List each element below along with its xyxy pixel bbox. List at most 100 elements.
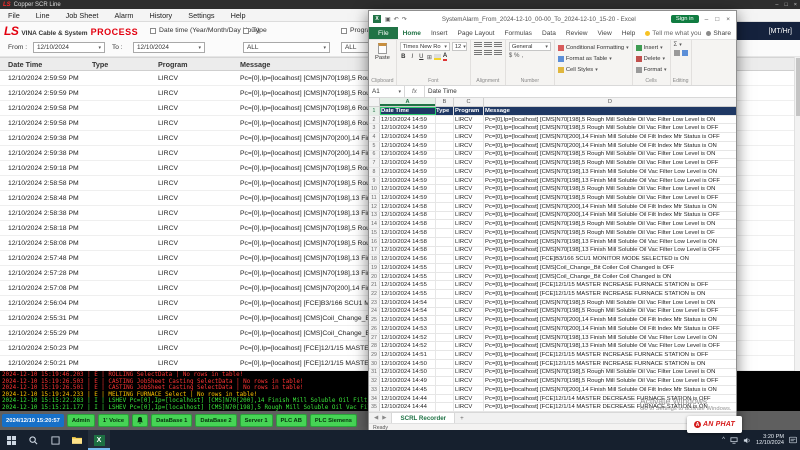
cell-styles-button[interactable]: Cell Styles▾ — [558, 64, 629, 75]
spreadsheet-row[interactable]: 2312/10/2024 14:54LIRCVPc=[0],Ip=[localh… — [369, 299, 736, 308]
spreadsheet-row[interactable]: 1712/10/2024 14:58LIRCVPc=[0],Ip=[localh… — [369, 247, 736, 256]
ribbon-tab-data[interactable]: Data — [537, 27, 561, 39]
cell-C34[interactable]: LIRCV — [454, 395, 484, 403]
column-header-A[interactable]: A — [380, 98, 436, 106]
cell-C24[interactable]: LIRCV — [454, 308, 484, 316]
row-number[interactable]: 29 — [369, 351, 380, 359]
delete-cells-button[interactable]: Delete▾ — [636, 53, 667, 64]
cell-D21[interactable]: Pc=[0],Ip=[localhost] [FCE]12/1/15 MASTE… — [484, 281, 736, 289]
cell-C15[interactable]: LIRCV — [454, 229, 484, 237]
cell-C30[interactable]: LIRCV — [454, 360, 484, 368]
cell-A16[interactable]: 12/10/2024 14:58 — [380, 238, 436, 246]
row-number[interactable]: 12 — [369, 203, 380, 211]
cell-A19[interactable]: 12/10/2024 14:55 — [380, 264, 436, 272]
checkbox-icon[interactable] — [150, 28, 156, 34]
cell-C32[interactable]: LIRCV — [454, 377, 484, 385]
spreadsheet-row[interactable]: 1412/10/2024 14:58LIRCVPc=[0],Ip=[localh… — [369, 220, 736, 229]
font-name-select[interactable]: Times New Ro▾ — [400, 42, 450, 51]
bold-button[interactable]: B — [400, 54, 407, 60]
undo-icon[interactable]: ↶ — [394, 16, 399, 23]
spreadsheet-row[interactable]: 312/10/2024 14:59LIRCVPc=[0],Ip=[localho… — [369, 124, 736, 133]
status-button-database-1[interactable]: DataBase 1 — [151, 414, 192, 427]
cell-A33[interactable]: 12/10/2024 14:45 — [380, 386, 436, 394]
cell-C18[interactable]: LIRCV — [454, 255, 484, 263]
menu-alarm[interactable]: Alarm — [106, 10, 141, 21]
cell-D18[interactable]: Pc=[0],Ip=[localhost] [FCE]B3/166 SCU1 M… — [484, 255, 736, 263]
tray-expand-icon[interactable]: ^ — [722, 437, 725, 443]
cell-A32[interactable]: 12/10/2024 14:49 — [380, 377, 436, 385]
spreadsheet-row[interactable]: 2412/10/2024 14:54LIRCVPc=[0],Ip=[localh… — [369, 308, 736, 317]
cell-C27[interactable]: LIRCV — [454, 334, 484, 342]
menu-history[interactable]: History — [142, 10, 181, 21]
spreadsheet-row[interactable]: 2512/10/2024 14:53LIRCVPc=[0],Ip=[localh… — [369, 316, 736, 325]
cell-C4[interactable]: LIRCV — [454, 133, 484, 141]
cell-B29[interactable] — [436, 351, 454, 359]
cell-A31[interactable]: 12/10/2024 14:50 — [380, 369, 436, 377]
cell-C28[interactable]: LIRCV — [454, 342, 484, 350]
app-close-icon[interactable]: × — [794, 2, 797, 8]
spreadsheet-row[interactable]: 1012/10/2024 14:59LIRCVPc=[0],Ip=[localh… — [369, 185, 736, 194]
cell-B15[interactable] — [436, 229, 454, 237]
cell-C7[interactable]: LIRCV — [454, 159, 484, 167]
cell-C31[interactable]: LIRCV — [454, 369, 484, 377]
spreadsheet-row[interactable]: 2012/10/2024 14:55LIRCVPc=[0],Ip=[localh… — [369, 273, 736, 282]
spreadsheet-row[interactable]: 3012/10/2024 14:50LIRCVPc=[0],Ip=[localh… — [369, 360, 736, 369]
spreadsheet-row[interactable]: 2712/10/2024 14:52LIRCVPc=[0],Ip=[localh… — [369, 334, 736, 343]
align-left-icon[interactable] — [474, 50, 482, 56]
checkbox-icon[interactable] — [243, 28, 249, 34]
spreadsheet-row[interactable]: 212/10/2024 14:59LIRCVPc=[0],Ip=[localho… — [369, 116, 736, 125]
row-number[interactable]: 20 — [369, 273, 380, 281]
select-all-corner[interactable] — [369, 98, 380, 106]
column-header-C[interactable]: C — [454, 98, 484, 106]
cell-C25[interactable]: LIRCV — [454, 316, 484, 324]
cell-C21[interactable]: LIRCV — [454, 281, 484, 289]
menu-line[interactable]: Line — [28, 10, 58, 21]
row-number[interactable]: 33 — [369, 386, 380, 394]
cell-C10[interactable]: LIRCV — [454, 185, 484, 193]
cell-B34[interactable] — [436, 395, 454, 403]
cell-B11[interactable] — [436, 194, 454, 202]
sheet-nav-right-icon[interactable]: ▶ — [382, 415, 386, 421]
spreadsheet-row[interactable]: 1912/10/2024 14:55LIRCVPc=[0],Ip=[localh… — [369, 264, 736, 273]
number-format-select[interactable]: General▾ — [509, 42, 551, 51]
row-number[interactable]: 26 — [369, 325, 380, 333]
cell-D10[interactable]: Pc=[0],Ip=[localhost] [CMS]N70[198],5 Ro… — [484, 185, 736, 193]
row-number[interactable]: 13 — [369, 212, 380, 220]
cell-D16[interactable]: Pc=[0],Ip=[localhost] [CMS]N70[198],13 F… — [484, 238, 736, 246]
cell-D8[interactable]: Pc=[0],Ip=[localhost] [CMS]N70[198],13 F… — [484, 168, 736, 176]
row-number[interactable]: 4 — [369, 133, 380, 141]
cell-B33[interactable] — [436, 386, 454, 394]
cell-B24[interactable] — [436, 308, 454, 316]
status-button-1-voice[interactable]: 1' Voice — [98, 414, 129, 427]
cell-B32[interactable] — [436, 377, 454, 385]
cell-A7[interactable]: 12/10/2024 14:59 — [380, 159, 436, 167]
cell-C33[interactable]: LIRCV — [454, 386, 484, 394]
header-date-time[interactable]: Date Time — [0, 60, 92, 69]
spreadsheet-row[interactable]: 2112/10/2024 14:55LIRCVPc=[0],Ip=[localh… — [369, 281, 736, 290]
cell-A23[interactable]: 12/10/2024 14:54 — [380, 299, 436, 307]
cell-A6[interactable]: 12/10/2024 14:59 — [380, 151, 436, 159]
cell-A34[interactable]: 12/10/2024 14:44 — [380, 395, 436, 403]
cell-A8[interactable]: 12/10/2024 14:59 — [380, 168, 436, 176]
cell-B12[interactable] — [436, 203, 454, 211]
status-button-admin[interactable]: Admin — [67, 414, 95, 427]
cell-D28[interactable]: Pc=[0],Ip=[localhost] [CMS]N70[198],13 F… — [484, 342, 736, 350]
spreadsheet-row[interactable]: 3312/10/2024 14:45LIRCVPc=[0],Ip=[localh… — [369, 386, 736, 395]
ribbon-tab-page-layout[interactable]: Page Layout — [452, 27, 499, 39]
fill-color-icon[interactable] — [434, 54, 441, 60]
spreadsheet-row[interactable]: 2612/10/2024 14:53LIRCVPc=[0],Ip=[localh… — [369, 325, 736, 334]
cell-D11[interactable]: Pc=[0],Ip=[localhost] [CMS]N70[198],5 Ro… — [484, 194, 736, 202]
spreadsheet-row[interactable]: 512/10/2024 14:59LIRCVPc=[0],Ip=[localho… — [369, 142, 736, 151]
ribbon-tab-view[interactable]: View — [593, 27, 617, 39]
header-program[interactable]: Program — [150, 60, 232, 69]
menu-help[interactable]: Help — [223, 10, 254, 21]
row-number[interactable]: 8 — [369, 168, 380, 176]
currency-icon[interactable]: $ — [509, 53, 512, 59]
excel-minimize-icon[interactable]: – — [705, 16, 709, 23]
search-icon[interactable] — [22, 430, 44, 450]
cell-A3[interactable]: 12/10/2024 14:59 — [380, 124, 436, 132]
column-header-B[interactable]: B — [436, 98, 454, 106]
spreadsheet-row[interactable]: 612/10/2024 14:59LIRCVPc=[0],Ip=[localho… — [369, 151, 736, 160]
cell-C26[interactable]: LIRCV — [454, 325, 484, 333]
align-right-icon[interactable] — [494, 50, 502, 56]
